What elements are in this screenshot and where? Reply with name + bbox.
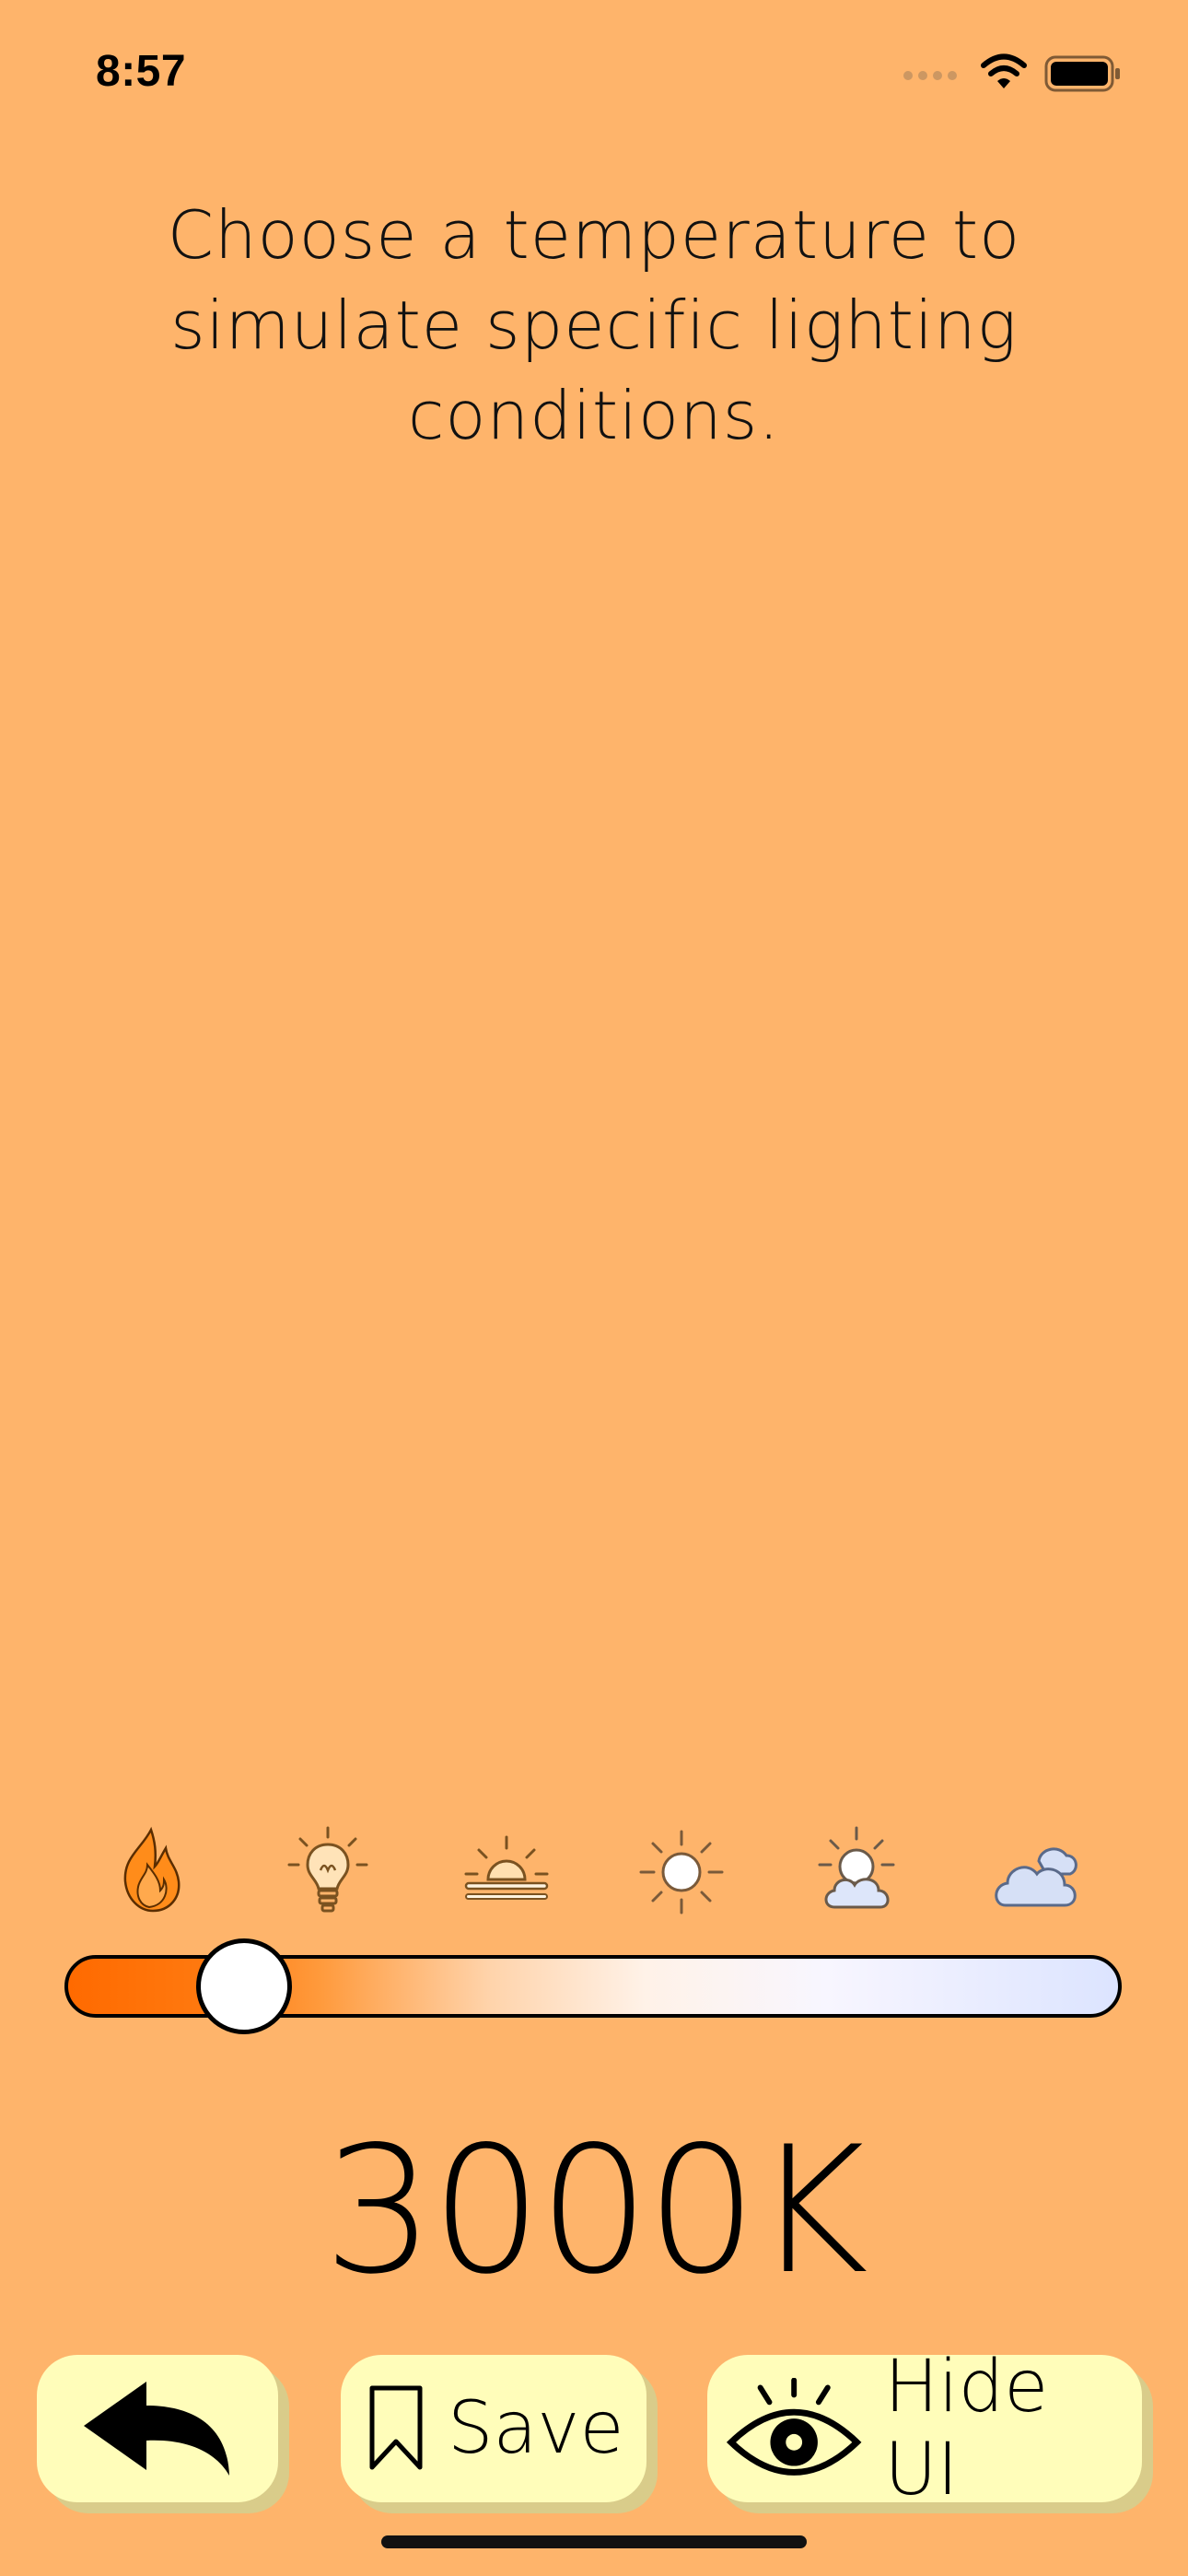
hide-ui-button-label: Hide UI [884,2346,1049,2512]
eye-icon [726,2378,862,2476]
bookmark-icon [369,2385,423,2470]
sunrise-icon[interactable] [460,1824,553,1916]
status-time: 8:57 [96,47,187,96]
instructions-text: Choose a temperature to simulate specifi… [167,196,1021,454]
wifi-icon [981,53,1027,88]
hide-ui-button[interactable]: Hide UI [707,2346,1142,2512]
save-button-label: Save [448,2387,624,2470]
light-bulb-icon[interactable] [282,1824,374,1916]
partly-sunny-icon[interactable] [814,1824,906,1916]
signal-dots-icon [903,71,957,80]
temperature-slider-thumb[interactable] [196,1938,293,2034]
back-arrow-icon [84,2382,229,2476]
preset-icons-row [0,1824,1188,1916]
home-indicator[interactable] [381,2535,807,2548]
back-button[interactable] [37,2355,278,2502]
save-button[interactable]: Save [341,2355,646,2502]
status-icons [903,52,1142,96]
temperature-readout: 3000K [322,2109,868,2313]
flame-icon[interactable] [105,1824,197,1916]
battery-icon [1044,55,1120,92]
sun-icon[interactable] [635,1824,728,1916]
cloudy-icon[interactable] [991,1824,1083,1916]
